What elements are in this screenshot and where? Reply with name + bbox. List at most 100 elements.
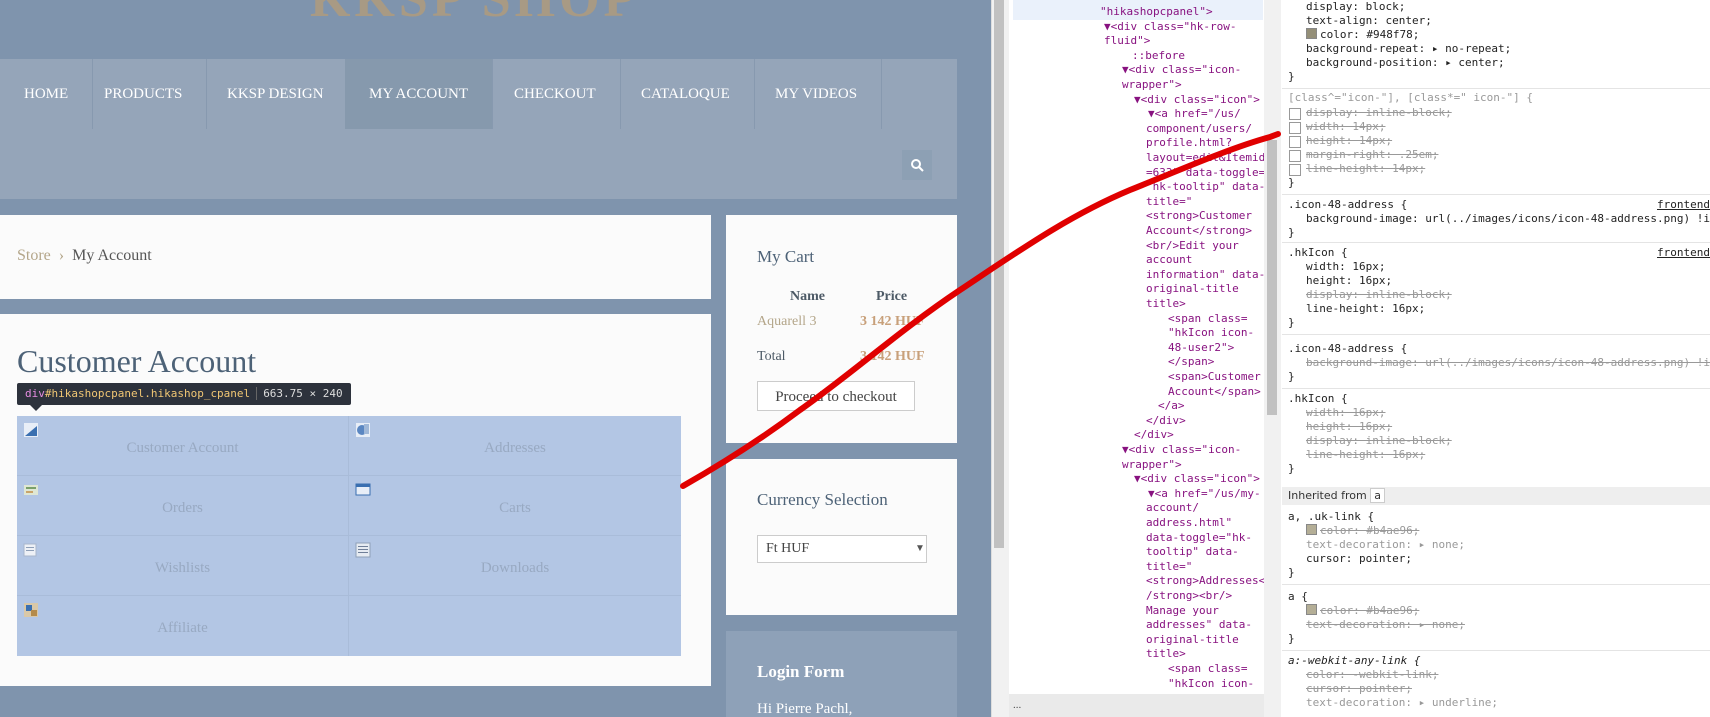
dom-node-line[interactable]: ▼<div class="icon"> xyxy=(1134,92,1260,107)
css-prop-disabled[interactable]: display: inline-block; xyxy=(1306,434,1452,448)
dom-node-line[interactable]: "hikashopcpanel"> xyxy=(1100,4,1213,19)
cpanel-orders[interactable]: Orders xyxy=(17,476,349,536)
css-selector[interactable]: a { xyxy=(1288,590,1308,604)
css-prop-disabled[interactable]: margin-right: .25em; xyxy=(1306,148,1438,162)
dom-node-line[interactable]: title=" xyxy=(1146,559,1192,574)
dom-node-line[interactable]: ▼<div class="icon- xyxy=(1122,442,1241,457)
dom-node-line[interactable]: layout=edit&Itemid xyxy=(1146,150,1265,165)
dom-node-line[interactable]: ▼<a href="/us/my- xyxy=(1148,486,1261,501)
dom-node-line[interactable]: addresses" data- xyxy=(1146,617,1252,632)
dom-node-line[interactable]: data-toggle="hk- xyxy=(1146,530,1252,545)
dom-node-line[interactable]: <strong>Customer xyxy=(1146,208,1252,223)
dom-node-line[interactable]: address.html" xyxy=(1146,515,1232,530)
site-logo[interactable]: KKSP SHOP xyxy=(310,0,639,29)
css-prop[interactable]: line-height: 16px; xyxy=(1306,302,1425,316)
dom-node-line[interactable]: </a> xyxy=(1158,398,1185,413)
css-prop-disabled[interactable]: line-height: 16px; xyxy=(1306,448,1425,462)
dom-node-line[interactable]: ▼<div class="icon- xyxy=(1122,62,1241,77)
dom-node-line[interactable]: ▼<div class="icon"> xyxy=(1134,471,1260,486)
nav-kksp-design[interactable]: KKSP DESIGN xyxy=(203,59,349,129)
dom-node-line[interactable]: Account</span> xyxy=(1168,384,1261,399)
css-source-link[interactable]: frontend xyxy=(1657,198,1710,211)
dom-node-line[interactable]: title> xyxy=(1146,646,1186,661)
dom-node-line[interactable]: "hkIcon icon- xyxy=(1168,325,1254,340)
cpanel-affiliate[interactable]: Affiliate xyxy=(17,596,349,656)
css-prop-disabled[interactable]: line-height: 14px; xyxy=(1306,162,1425,176)
css-selector[interactable]: a, .uk-link { xyxy=(1288,510,1374,524)
proceed-to-checkout-button[interactable]: Proceed to checkout xyxy=(757,381,915,411)
dom-node-line[interactable]: ▼<div class="hk-row- xyxy=(1104,19,1236,34)
css-prop-checkbox[interactable] xyxy=(1289,108,1301,120)
currency-select[interactable]: Ft HUF xyxy=(757,535,927,563)
css-prop-disabled[interactable]: text-decoration: ▸ none; xyxy=(1306,618,1465,632)
dom-node-line[interactable]: 48-user2"> xyxy=(1168,340,1234,355)
breadcrumb-store-link[interactable]: Store xyxy=(17,247,51,264)
dom-node-line[interactable]: </div> xyxy=(1134,427,1174,442)
search-button[interactable] xyxy=(902,150,932,180)
css-prop[interactable]: text-decoration: ▸ underline; xyxy=(1306,696,1498,710)
nav-my-account[interactable]: MY ACCOUNT xyxy=(345,59,494,129)
css-prop-disabled[interactable]: background-image: url(../images/icons/ic… xyxy=(1306,356,1710,370)
inherited-tag-link[interactable]: a xyxy=(1370,488,1385,503)
css-prop[interactable]: width: 16px; xyxy=(1306,260,1385,274)
css-selector[interactable]: .icon-48-address { xyxy=(1288,198,1407,212)
css-prop[interactable]: cursor: pointer; xyxy=(1306,552,1412,566)
elements-breadcrumb-ellipsis[interactable]: ... xyxy=(1009,694,1264,717)
cart-item-name[interactable]: Aquarell 3 xyxy=(757,314,816,330)
css-prop-checkbox[interactable] xyxy=(1289,164,1301,176)
css-selector[interactable]: [class^="icon-"], [class*=" icon-"] { xyxy=(1288,91,1533,105)
dom-node-line[interactable]: /strong><br/> xyxy=(1146,588,1232,603)
css-prop[interactable]: text-align: center; xyxy=(1306,14,1432,28)
dom-node-line[interactable]: <strong>Addresses< xyxy=(1146,573,1265,588)
css-prop[interactable]: height: 16px; xyxy=(1306,274,1392,288)
cpanel-customer-account[interactable]: Customer Account xyxy=(17,416,349,476)
dom-node-line[interactable]: title> xyxy=(1146,296,1186,311)
nav-my-videos[interactable]: MY VIDEOS xyxy=(751,59,883,129)
cpanel-addresses[interactable]: Addresses xyxy=(349,416,681,476)
dom-node-line[interactable]: ▼<a href="/us/ xyxy=(1148,106,1241,121)
css-prop-color[interactable]: color: #948f78; xyxy=(1306,28,1419,42)
css-prop-checkbox[interactable] xyxy=(1289,122,1301,134)
dom-node-line[interactable]: <span class= xyxy=(1168,311,1247,326)
dom-node-line[interactable]: =633" data-toggle= xyxy=(1146,165,1265,180)
dom-node-line[interactable]: <span>Customer xyxy=(1168,369,1261,384)
dom-node-line[interactable]: <span class= xyxy=(1168,661,1247,676)
dom-node-line[interactable]: Manage your xyxy=(1146,603,1219,618)
css-prop-disabled[interactable]: width: 14px; xyxy=(1306,120,1385,134)
css-source-link[interactable]: frontend xyxy=(1657,246,1710,259)
dom-node-line[interactable]: fluid"> xyxy=(1104,33,1150,48)
css-prop-disabled[interactable]: display: inline-block; xyxy=(1306,106,1452,120)
css-prop-disabled[interactable]: color: -webkit-link; xyxy=(1306,668,1438,682)
nav-products[interactable]: PRODUCTS xyxy=(80,59,208,129)
dom-node-line[interactable]: component/users/ xyxy=(1146,121,1252,136)
css-selector[interactable]: .hkIcon { xyxy=(1288,246,1348,260)
page-scrollbar-thumb[interactable] xyxy=(994,0,1004,548)
css-prop[interactable]: text-decoration: ▸ none; xyxy=(1306,538,1465,552)
css-prop-disabled[interactable]: width: 16px; xyxy=(1306,406,1385,420)
css-prop[interactable]: background-position: ▸ center; xyxy=(1306,56,1505,70)
dom-node-line[interactable]: "hkIcon icon- xyxy=(1168,676,1254,691)
css-prop[interactable]: display: block; xyxy=(1306,0,1405,14)
cpanel-carts[interactable]: Carts xyxy=(349,476,681,536)
dom-node-line[interactable]: original-title xyxy=(1146,281,1239,296)
css-prop-disabled[interactable]: color: #b4ae96; xyxy=(1306,604,1419,618)
css-selector[interactable]: a:-webkit-any-link { xyxy=(1288,654,1420,668)
dom-node-line[interactable]: account/ xyxy=(1146,500,1199,515)
dom-node-line[interactable]: wrapper"> xyxy=(1122,77,1182,92)
css-prop-checkbox[interactable] xyxy=(1289,136,1301,148)
dom-node-line[interactable]: profile.html? xyxy=(1146,135,1232,150)
css-prop-disabled[interactable]: height: 16px; xyxy=(1306,420,1392,434)
dom-node-line[interactable]: tooltip" data- xyxy=(1146,544,1239,559)
dom-node-line[interactable]: </span> xyxy=(1168,354,1214,369)
css-prop[interactable]: background-repeat: ▸ no-repeat; xyxy=(1306,42,1511,56)
dom-node-line[interactable]: information" data- xyxy=(1146,267,1265,282)
css-prop-disabled[interactable]: color: #b4ae96; xyxy=(1306,524,1419,538)
color-swatch[interactable] xyxy=(1306,28,1317,39)
css-prop-checkbox[interactable] xyxy=(1289,150,1301,162)
css-prop-disabled[interactable]: cursor: pointer; xyxy=(1306,682,1412,696)
dom-node-line[interactable]: original-title xyxy=(1146,632,1239,647)
dom-node-line[interactable]: ::before xyxy=(1132,48,1185,63)
dom-node-line[interactable]: Account</strong> xyxy=(1146,223,1252,238)
dom-node-line[interactable]: <br/>Edit your xyxy=(1146,238,1239,253)
nav-catalogue[interactable]: CATALOQUE xyxy=(617,59,755,129)
